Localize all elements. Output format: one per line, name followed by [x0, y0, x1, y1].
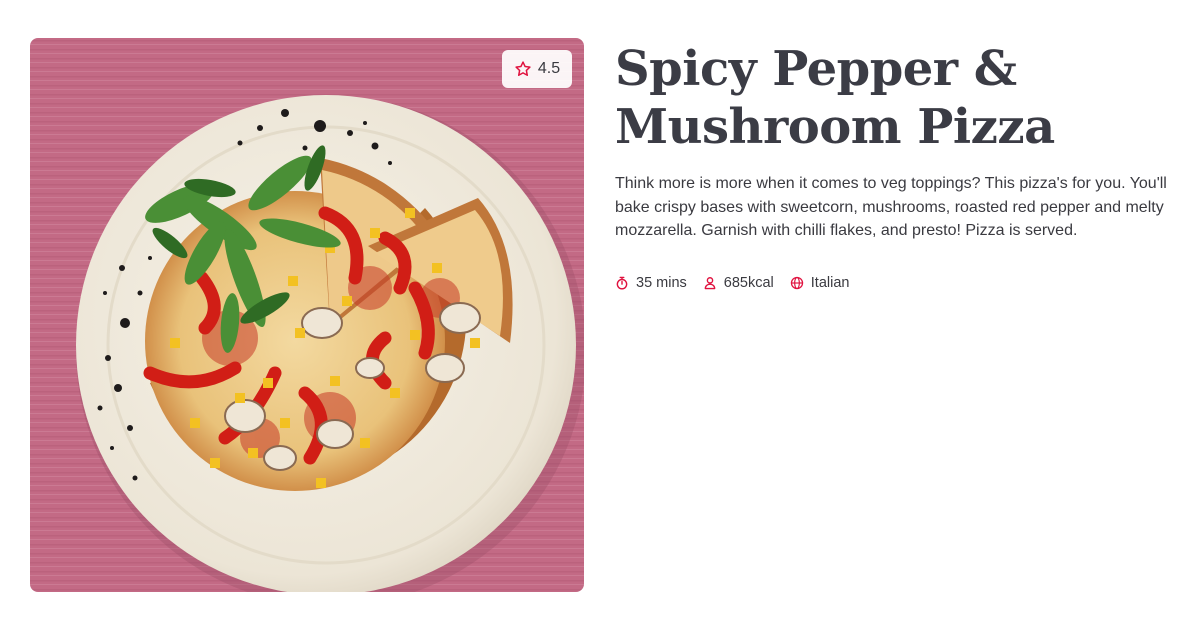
meta-calories-label: 685kcal: [723, 274, 774, 291]
recipe-info: Spicy Pepper & Mushroom Pizza Think more…: [615, 40, 1175, 291]
star-icon: [515, 61, 531, 76]
stopwatch-icon: [616, 276, 628, 290]
person-icon: [704, 276, 716, 289]
meta-cuisine: Italian: [790, 274, 850, 291]
pizza-photo: [30, 38, 584, 592]
globe-icon: [790, 276, 803, 289]
meta-time-label: 35 mins: [636, 274, 687, 291]
rating-value: 4.5: [537, 60, 561, 77]
recipe-description: Think more is more when it comes to veg …: [615, 175, 1167, 239]
recipe-meta: 35 mins 685kcal Italian: [615, 275, 1175, 291]
meta-calories: 685kcal: [703, 275, 774, 291]
rating-badge: 4.5: [502, 50, 572, 88]
recipe-image-card[interactable]: 4.5: [30, 38, 584, 592]
recipe-title: Spicy Pepper & Mushroom Pizza: [615, 41, 1055, 155]
meta-cuisine-label: Italian: [810, 274, 850, 291]
meta-time: 35 mins: [615, 275, 687, 291]
